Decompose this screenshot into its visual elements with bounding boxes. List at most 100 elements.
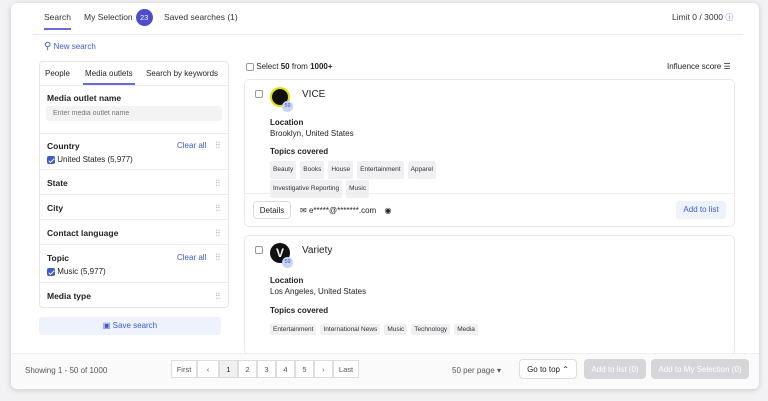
per-page-label: 50 per page xyxy=(452,366,495,375)
filter-tab-keywords[interactable]: Search by keywords xyxy=(146,69,218,78)
page-5[interactable]: 5 xyxy=(295,360,314,378)
select-prefix: Select xyxy=(256,62,279,71)
state-section[interactable]: State ⫶⫶ xyxy=(40,169,228,194)
tabs-divider xyxy=(33,34,743,35)
selection-count-badge: 23 xyxy=(135,9,153,26)
media-type-section[interactable]: Media type ⫶⫶ xyxy=(40,282,228,308)
main-panel: Search My Selection 23 Saved searches (1)… xyxy=(11,3,759,389)
search-icon: ⚲ xyxy=(44,41,52,52)
topic-tag: Music xyxy=(384,324,408,335)
info-icon[interactable]: ⓘ xyxy=(725,13,733,22)
eye-icon[interactable]: ◉ xyxy=(384,206,391,215)
country-option[interactable]: United States (5,977) xyxy=(47,155,133,164)
tab-saved-searches[interactable]: Saved searches (1) xyxy=(164,12,238,22)
new-search-label: New search xyxy=(53,42,96,51)
limit-info: Limit 0 / 3000 ⓘ xyxy=(672,12,733,23)
location-value: Los Angeles, United States xyxy=(270,287,367,296)
sliders-icon[interactable]: ⫶⫶ xyxy=(215,228,220,239)
sliders-icon[interactable]: ⫶⫶ xyxy=(215,178,220,189)
language-section[interactable]: Contact language ⫶⫶ xyxy=(40,219,228,244)
location-label: Location xyxy=(270,118,304,127)
topics-label: Topics covered xyxy=(270,147,329,156)
score-badge: 59 xyxy=(282,101,293,112)
save-search-label: Save search xyxy=(112,321,158,330)
topic-tag: Entertainment xyxy=(357,161,404,179)
topic-tag: Apparel xyxy=(407,161,436,179)
tab-my-selection-label: My Selection xyxy=(84,11,133,22)
result-card: 59 VICE Location Brooklyn, United States… xyxy=(244,79,735,227)
select-mid: from xyxy=(291,62,308,71)
topic-option[interactable]: Music (5,977) xyxy=(47,267,106,276)
page-2[interactable]: 2 xyxy=(238,360,257,378)
email-row: ✉ e*****@*******.com ◉ xyxy=(300,206,391,215)
details-button[interactable]: Details xyxy=(253,201,291,219)
add-to-selection-button[interactable]: Add to My Selection (0) xyxy=(651,359,749,379)
new-search-link[interactable]: ⚲ New search xyxy=(44,41,96,52)
go-to-top-button[interactable]: Go to top ⌃ xyxy=(519,359,577,379)
page-1[interactable]: 1 xyxy=(219,360,238,378)
save-icon: ▣ xyxy=(102,321,111,330)
select-count: 50 xyxy=(280,62,290,71)
checkbox-checked[interactable] xyxy=(47,267,55,276)
outlet-name[interactable]: Variety xyxy=(302,245,332,256)
tab-search[interactable]: Search xyxy=(44,12,71,30)
sort-influence[interactable]: Influence score ☰ xyxy=(667,62,731,71)
save-search-button[interactable]: ▣ Save search xyxy=(39,317,221,335)
footer-bar xyxy=(11,353,759,389)
topic-tags: Entertainment International News Music Tech… xyxy=(270,318,570,336)
sliders-icon[interactable]: ⫶⫶ xyxy=(215,291,220,302)
page-prev[interactable]: ‹ xyxy=(197,360,219,378)
score-badge: 59 xyxy=(282,257,293,268)
email-value: e*****@*******.com xyxy=(308,206,377,215)
add-to-list-footer-button[interactable]: Add to list (0) xyxy=(584,359,646,379)
per-page-select[interactable]: 50 per page ▾ xyxy=(452,366,501,375)
checkbox-checked[interactable] xyxy=(47,155,55,164)
showing-count: Showing 1 - 50 of 1000 xyxy=(25,366,108,375)
limit-text: Limit 0 / 3000 xyxy=(672,12,724,22)
page-4[interactable]: 4 xyxy=(276,360,295,378)
result-checkbox[interactable] xyxy=(255,90,263,98)
language-label: Contact language xyxy=(47,228,119,238)
result-card: V 59 Variety Location Los Angeles, Unite… xyxy=(244,235,735,355)
outlet-name-section: Media outlet name xyxy=(40,85,228,133)
page-3[interactable]: 3 xyxy=(257,360,276,378)
topic-tag: Technology xyxy=(411,324,451,335)
result-checkbox[interactable] xyxy=(255,246,263,254)
chevron-up-icon: ⌃ xyxy=(562,365,569,374)
topic-tag: Investigative Reporting xyxy=(270,180,343,198)
topic-clear-all[interactable]: Clear all xyxy=(177,253,206,262)
go-top-label: Go to top xyxy=(527,365,560,374)
card-divider xyxy=(245,193,734,194)
country-value: United States (5,977) xyxy=(57,155,133,164)
sort-label: Influence score xyxy=(667,62,722,71)
sliders-icon[interactable]: ⫶⫶ xyxy=(215,252,220,263)
country-clear-all[interactable]: Clear all xyxy=(177,141,206,150)
topic-tag: Books xyxy=(300,161,325,179)
topic-tag: House xyxy=(328,161,354,179)
tab-my-selection[interactable]: My Selection 23 xyxy=(84,9,153,26)
page-last[interactable]: Last xyxy=(333,360,359,378)
select-total: 1000+ xyxy=(310,62,333,71)
sliders-icon[interactable]: ⫶⫶ xyxy=(215,203,220,214)
outlet-name-label: Media outlet name xyxy=(47,93,122,103)
state-label: State xyxy=(47,178,68,188)
outlet-name-input[interactable] xyxy=(46,106,222,121)
filter-tab-people[interactable]: People xyxy=(45,69,70,78)
topic-tag: Entertainment xyxy=(270,324,317,335)
page-first[interactable]: First xyxy=(171,360,197,378)
city-section[interactable]: City ⫶⫶ xyxy=(40,194,228,219)
chevron-down-icon: ▾ xyxy=(496,366,501,375)
add-to-list-button[interactable]: Add to list xyxy=(676,201,726,219)
outlet-name[interactable]: VICE xyxy=(302,89,325,100)
sliders-icon[interactable]: ⫶⫶ xyxy=(215,140,220,151)
page-next[interactable]: › xyxy=(314,360,333,378)
location-value: Brooklyn, United States xyxy=(270,129,354,138)
location-label: Location xyxy=(270,276,304,285)
topic-tag: Media xyxy=(454,324,478,335)
select-all-checkbox[interactable] xyxy=(246,62,254,71)
select-all[interactable]: Select 50 from 1000+ xyxy=(246,62,333,71)
topic-tag: Music xyxy=(346,180,370,198)
filter-tab-media-outlets[interactable]: Media outlets xyxy=(83,69,135,85)
media-type-label: Media type xyxy=(47,291,91,301)
topic-tag: International News xyxy=(320,324,381,335)
